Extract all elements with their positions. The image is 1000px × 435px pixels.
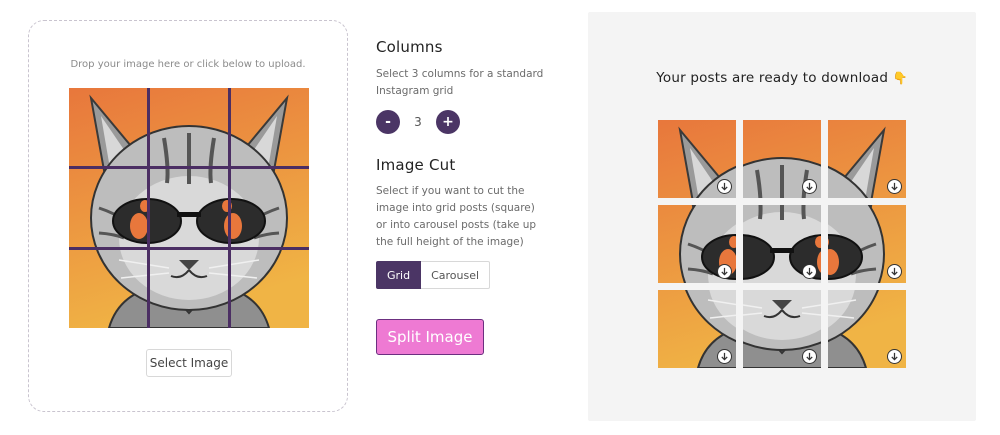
download-icon[interactable] (717, 179, 732, 194)
select-image-button[interactable]: Select Image (146, 349, 232, 377)
download-icon[interactable] (717, 349, 732, 364)
plus-icon: + (442, 114, 454, 130)
grid-line-vertical (147, 88, 150, 328)
cut-mode-toggle: Grid Carousel (376, 261, 576, 289)
grid-line-vertical (228, 88, 231, 328)
plus-button[interactable]: + (436, 110, 460, 134)
pointing-down-emoji: 👇 (892, 71, 908, 85)
post-tiles-grid (658, 120, 906, 370)
settings-panel: Columns Select 3 columns for a standard … (376, 38, 576, 355)
carousel-option[interactable]: Carousel (421, 261, 491, 289)
columns-title: Columns (376, 38, 443, 56)
download-icon[interactable] (802, 264, 817, 279)
download-icon[interactable] (717, 264, 732, 279)
minus-button[interactable]: - (376, 110, 400, 134)
grid-option[interactable]: Grid (376, 261, 422, 289)
post-tile[interactable] (743, 120, 821, 198)
columns-value: 3 (414, 115, 422, 129)
post-tile[interactable] (658, 120, 736, 198)
results-title-text: Your posts are ready to download (656, 70, 889, 86)
download-icon[interactable] (802, 349, 817, 364)
results-panel: Your posts are ready to download 👇 (588, 12, 976, 421)
columns-description: Select 3 columns for a standard Instagra… (376, 68, 544, 97)
post-tile[interactable] (658, 290, 736, 368)
download-icon[interactable] (887, 349, 902, 364)
post-tile[interactable] (658, 205, 736, 283)
post-tile[interactable] (828, 205, 906, 283)
download-icon[interactable] (887, 179, 902, 194)
download-icon[interactable] (802, 179, 817, 194)
minus-icon: - (385, 114, 391, 130)
image-cut-description: Select if you want to cut the image into… (376, 185, 537, 248)
image-preview (69, 88, 309, 328)
download-icon[interactable] (887, 264, 902, 279)
split-image-button[interactable]: Split Image (376, 319, 484, 355)
grid-line-horizontal (69, 247, 309, 250)
post-tile[interactable] (743, 205, 821, 283)
upload-hint: Drop your image here or click below to u… (70, 59, 306, 70)
columns-stepper: - 3 + (376, 110, 576, 134)
post-tile[interactable] (828, 120, 906, 198)
image-cut-title: Image Cut (376, 156, 456, 174)
results-title: Your posts are ready to download 👇 (588, 70, 976, 86)
post-tile[interactable] (743, 290, 821, 368)
upload-dropzone[interactable]: Drop your image here or click below to u… (28, 20, 348, 412)
post-tile[interactable] (828, 290, 906, 368)
grid-line-horizontal (69, 166, 309, 169)
cat-image (69, 88, 309, 328)
